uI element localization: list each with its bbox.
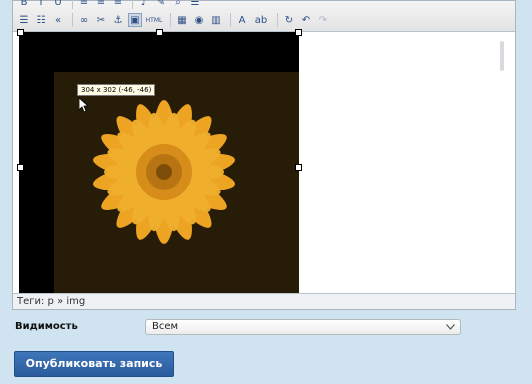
toolbar-row-2: ☰ ☷ « ∞ ✂ ⚓ ▣ HTML ▦ ◉ ▥ A ab ↻ ↶ ↷ <box>17 13 333 27</box>
inserted-image[interactable] <box>19 32 299 294</box>
edit-button[interactable]: ✎ <box>154 0 168 9</box>
emoji-button[interactable]: ◉ <box>192 13 206 27</box>
blockquote-button[interactable]: « <box>51 13 65 27</box>
toolbar-separator <box>170 13 171 27</box>
resize-handle-top-right[interactable] <box>295 29 302 36</box>
undo-button[interactable]: ↶ <box>299 13 313 27</box>
unlink-button[interactable]: ✂ <box>94 13 108 27</box>
outdent-button[interactable]: ☰ <box>17 13 31 27</box>
align-left-button[interactable]: ≡ <box>77 0 91 9</box>
chevron-down-icon <box>445 321 455 333</box>
editor-content-area[interactable]: 304 x 302 (-46, -46) <box>17 29 305 294</box>
highlight-color-button[interactable]: ab <box>252 13 270 27</box>
resize-handle-top[interactable] <box>156 29 163 36</box>
toolbar-separator <box>277 13 278 27</box>
visibility-label: Видимость <box>15 321 78 332</box>
editor-toolbar: B I U ≡ ≡ ≡ ♪ ✎ ⌕ ☰ ☰ ☷ « ∞ ✂ ⚓ ▣ HTML ▦… <box>13 0 515 32</box>
image-size-tooltip: 304 x 302 (-46, -46) <box>77 84 156 96</box>
align-right-button[interactable]: ≡ <box>111 0 125 9</box>
image-button[interactable]: ▣ <box>128 13 142 27</box>
search-button[interactable]: ⌕ <box>171 0 185 9</box>
text-color-button[interactable]: A <box>235 13 249 27</box>
video-button[interactable]: ▥ <box>209 13 223 27</box>
list-button[interactable]: ☰ <box>188 0 202 9</box>
flower-image <box>19 32 299 294</box>
toolbar-row-1: B I U ≡ ≡ ≡ ♪ ✎ ⌕ ☰ <box>17 0 205 9</box>
resize-handle-right[interactable] <box>295 164 302 171</box>
resize-handle-left[interactable] <box>17 164 24 171</box>
media-button[interactable]: ♪ <box>137 0 151 9</box>
underline-button[interactable]: U <box>51 0 65 9</box>
link-button[interactable]: ∞ <box>77 13 91 27</box>
mouse-pointer-icon <box>79 98 89 112</box>
editor-status-path: Теги: p » img <box>13 293 515 309</box>
scrollbar[interactable] <box>499 41 505 71</box>
align-center-button[interactable]: ≡ <box>94 0 108 9</box>
toolbar-separator <box>72 0 73 9</box>
redo-button[interactable]: ↷ <box>316 13 330 27</box>
rich-text-editor: B I U ≡ ≡ ≡ ♪ ✎ ⌕ ☰ ☰ ☷ « ∞ ✂ ⚓ ▣ HTML ▦… <box>12 0 516 310</box>
html-button[interactable]: HTML <box>145 13 163 27</box>
resize-handle-top-left[interactable] <box>17 29 24 36</box>
indent-button[interactable]: ☷ <box>34 13 48 27</box>
toolbar-separator <box>72 13 73 27</box>
preview-button[interactable]: ↻ <box>282 13 296 27</box>
scrollbar-thumb-icon <box>500 41 504 71</box>
toolbar-separator <box>132 0 133 9</box>
visibility-select-value: Всем <box>152 321 179 332</box>
publish-button[interactable]: Опубликовать запись <box>14 351 174 377</box>
anchor-button[interactable]: ⚓ <box>111 13 125 27</box>
italic-button[interactable]: I <box>34 0 48 9</box>
visibility-select[interactable]: Всем <box>145 319 461 335</box>
toolbar-separator <box>230 13 231 27</box>
table-button[interactable]: ▦ <box>175 13 189 27</box>
bold-button[interactable]: B <box>17 0 31 9</box>
